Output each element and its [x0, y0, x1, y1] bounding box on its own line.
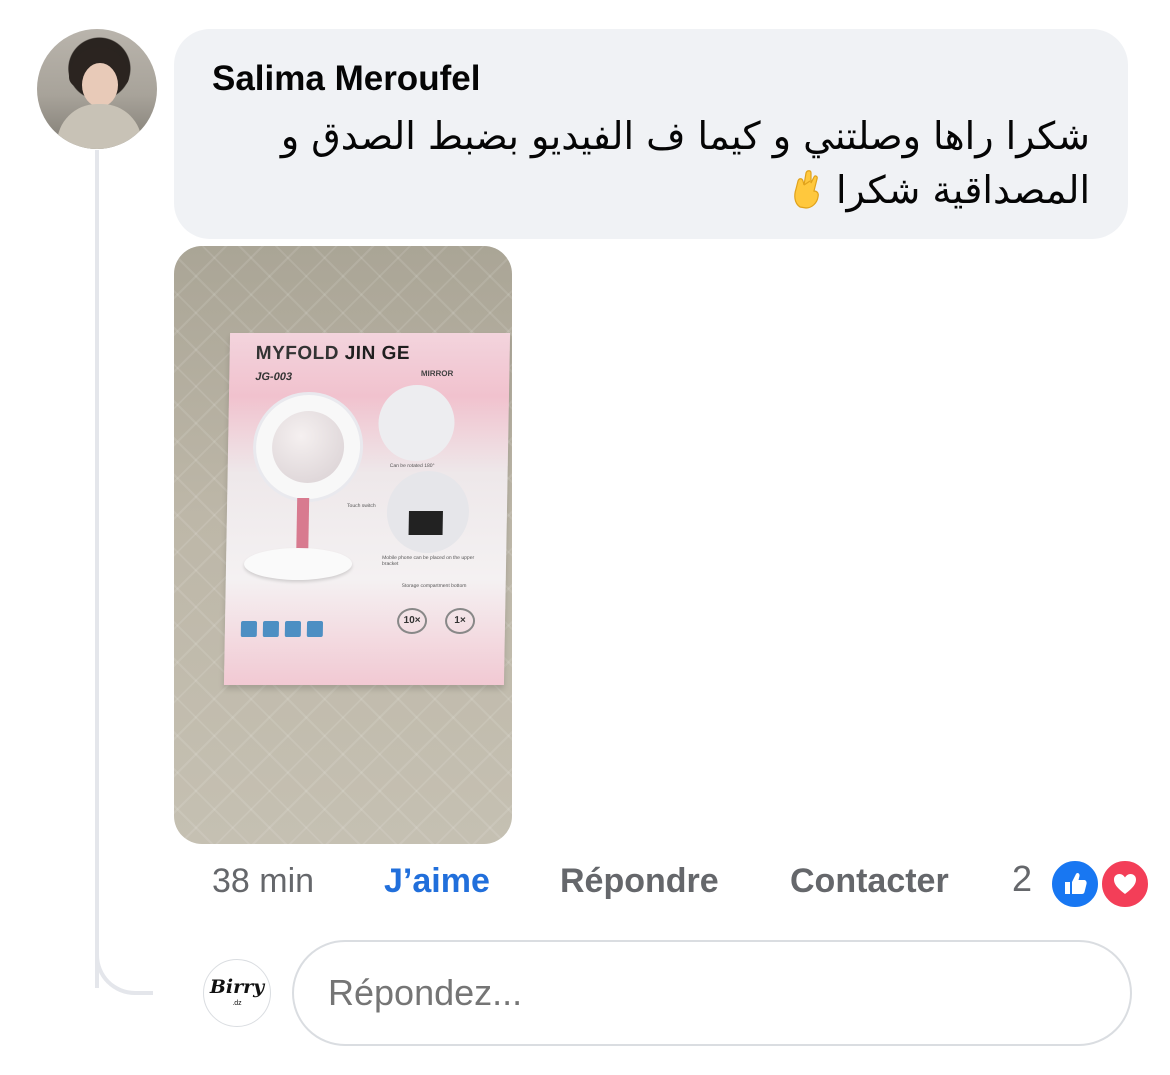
- commenter-avatar[interactable]: [37, 29, 157, 149]
- zoom-badge-1x: 1×: [444, 608, 476, 634]
- brand-part1: MYFOLD: [255, 343, 340, 364]
- attached-photo[interactable]: MYFOLD JIN GE JG-003 MIRROR Can be rotat…: [174, 246, 512, 844]
- box-model: JG-003: [255, 371, 293, 383]
- mirror-base: [243, 548, 353, 580]
- box-subtitle: MIRROR: [420, 369, 454, 378]
- avatar-face: [82, 63, 118, 107]
- brand-part2: JIN GE: [344, 343, 411, 364]
- box-brand: MYFOLD JIN GE: [256, 343, 411, 365]
- like-button[interactable]: J’aime: [384, 862, 490, 906]
- thread-connector-line: [95, 150, 99, 988]
- crossed-fingers-icon: [794, 170, 819, 209]
- comment-author[interactable]: Salima Meroufel: [212, 59, 480, 99]
- comment-timestamp[interactable]: 38 min: [212, 862, 314, 906]
- comment-body: شكرا راها وصلتني و كيما ف الفيديو بضبط ا…: [280, 114, 1090, 212]
- avatar-coat: [57, 104, 142, 149]
- detail-circle-rotate: [377, 385, 456, 461]
- zoom-badge-10x: 10×: [396, 608, 428, 634]
- comment-text: شكرا راها وصلتني و كيما ف الفيديو بضبط ا…: [210, 109, 1090, 217]
- thumbs-up-icon: [1065, 872, 1087, 894]
- product-box: MYFOLD JIN GE JG-003 MIRROR Can be rotat…: [223, 333, 511, 685]
- feature-usb-icon: [306, 621, 324, 637]
- avatar-logo-text: Birry: [209, 976, 265, 998]
- thread-connector-curve: [95, 940, 153, 995]
- reaction-count[interactable]: 2: [1012, 858, 1032, 900]
- current-user-avatar[interactable]: Birry .dz: [203, 959, 271, 1027]
- heart-icon: [1114, 874, 1136, 894]
- feature-rotate-icon: [262, 621, 280, 637]
- reply-input[interactable]: [292, 940, 1132, 1046]
- caption-rotate: Can be rotated 180°: [389, 463, 435, 469]
- contact-button[interactable]: Contacter: [790, 862, 949, 906]
- caption-touch: Touch switch: [347, 503, 376, 509]
- avatar-logo-sub: .dz: [232, 1000, 242, 1007]
- feature-led-icon: [240, 621, 258, 637]
- reply-button[interactable]: Répondre: [560, 862, 719, 906]
- like-reaction-icon[interactable]: [1049, 858, 1101, 910]
- phone-illustration: [408, 511, 443, 535]
- caption-phone: Mobile phone can be placed on the upper …: [381, 555, 475, 567]
- feature-battery-icon: [284, 621, 302, 637]
- comment-bubble: Salima Meroufel شكرا راها وصلتني و كيما …: [174, 29, 1128, 239]
- caption-storage: Storage compartment bottom: [401, 583, 467, 589]
- love-reaction-icon[interactable]: [1099, 858, 1151, 910]
